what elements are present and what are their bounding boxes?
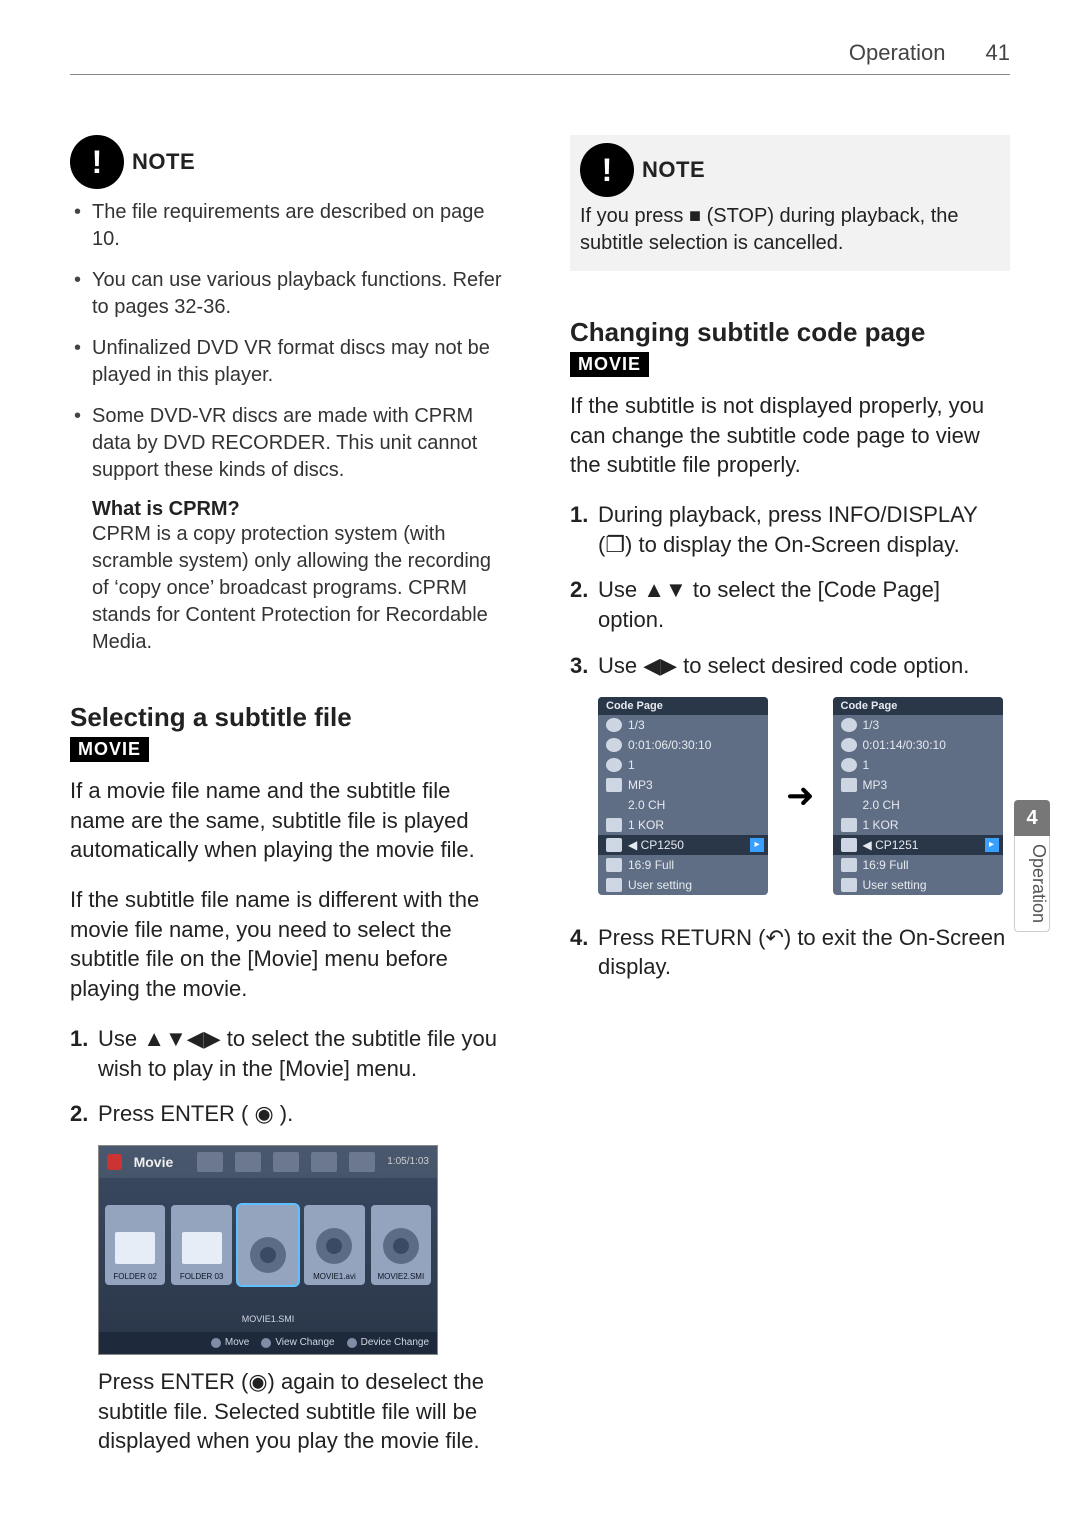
screenshot-tab bbox=[197, 1152, 223, 1172]
step-item: Use ▲▼◀▶ to select the subtitle file you… bbox=[70, 1024, 510, 1083]
right-column: ! NOTE If you press ■ (STOP) during play… bbox=[570, 135, 1010, 1456]
arrow-right-icon: ➜ bbox=[786, 776, 815, 816]
steps-list: Use ▲▼◀▶ to select the subtitle file you… bbox=[70, 1024, 510, 1129]
cprm-answer: CPRM is a copy protection system (with s… bbox=[92, 521, 510, 656]
side-tab-number: 4 bbox=[1014, 800, 1050, 836]
step-item: During playback, press INFO/DISPLAY (❐) … bbox=[570, 500, 1010, 559]
movie-tag: MOVIE bbox=[570, 352, 649, 377]
screenshot-title: Movie bbox=[134, 1154, 174, 1170]
screenshot-tab bbox=[273, 1152, 299, 1172]
left-column: ! NOTE The file requirements are describ… bbox=[70, 135, 510, 1456]
side-tab: 4 Operation bbox=[1014, 800, 1050, 932]
alert-icon: ! bbox=[70, 135, 124, 189]
note-label: NOTE bbox=[132, 149, 195, 175]
section-title-selecting-subtitle: Selecting a subtitle file bbox=[70, 702, 510, 733]
osd-title: Code Page bbox=[598, 697, 768, 715]
screenshot-tile: MOVIE2.SMI bbox=[371, 1205, 431, 1285]
screenshot-tab bbox=[311, 1152, 337, 1172]
screenshot-tile-selected bbox=[238, 1205, 298, 1285]
screenshot-caption: MOVIE1.SMI bbox=[99, 1314, 437, 1324]
steps-list: During playback, press INFO/DISPLAY (❐) … bbox=[570, 500, 1010, 680]
chevron-right-icon: ▸ bbox=[750, 838, 764, 852]
body-paragraph: If a movie file name and the subtitle fi… bbox=[70, 776, 510, 865]
osd-pair: Code Page 1/3 0:01:06/0:30:10 1 MP3 2.0 … bbox=[598, 697, 1010, 895]
step-item: Use ◀▶ to select desired code option. bbox=[570, 651, 1010, 681]
page-header: Operation 41 bbox=[70, 40, 1010, 75]
note-bullet: The file requirements are described on p… bbox=[70, 199, 510, 253]
note-badge: ! NOTE bbox=[70, 135, 510, 189]
screenshot-tile: FOLDER 02 bbox=[105, 1205, 165, 1285]
chevron-right-icon: ▸ bbox=[985, 838, 999, 852]
screenshot-counter: 1:05/1:03 bbox=[387, 1156, 429, 1167]
note-box: ! NOTE If you press ■ (STOP) during play… bbox=[570, 135, 1010, 271]
body-paragraph: If the subtitle file name is different w… bbox=[70, 885, 510, 1004]
note-bullet: Unfinalized DVD VR format discs may not … bbox=[70, 335, 510, 389]
home-icon bbox=[107, 1154, 122, 1170]
screenshot-tile: MOVIE1.avi bbox=[304, 1205, 364, 1285]
cprm-question: What is CPRM? bbox=[92, 498, 510, 521]
osd-title: Code Page bbox=[833, 697, 1003, 715]
screenshot-tab bbox=[235, 1152, 261, 1172]
osd-panel-left: Code Page 1/3 0:01:06/0:30:10 1 MP3 2.0 … bbox=[598, 697, 768, 895]
page-number: 41 bbox=[986, 40, 1010, 66]
movie-menu-screenshot: Movie 1:05/1:03 FOLDER 02 FOLDER 03 MOVI… bbox=[98, 1145, 438, 1355]
alert-icon: ! bbox=[580, 143, 634, 197]
screenshot-footer: Move View Change Device Change bbox=[99, 1332, 437, 1354]
screenshot-tile: FOLDER 03 bbox=[171, 1205, 231, 1285]
note-bullet: Some DVD-VR discs are made with CPRM dat… bbox=[70, 403, 510, 484]
osd-panel-right: Code Page 1/3 0:01:14/0:30:10 1 MP3 2.0 … bbox=[833, 697, 1003, 895]
steps-list-continued: Press RETURN (↶) to exit the On-Screen d… bbox=[570, 923, 1010, 982]
step-item: Use ▲▼ to select the [Code Page] option. bbox=[570, 575, 1010, 634]
step-item: Press RETURN (↶) to exit the On-Screen d… bbox=[570, 923, 1010, 982]
step-item: Press ENTER ( ◉ ). bbox=[70, 1099, 510, 1129]
note-label: NOTE bbox=[642, 157, 705, 183]
movie-tag: MOVIE bbox=[70, 737, 149, 762]
after-screenshot-text: Press ENTER (◉) again to deselect the su… bbox=[98, 1367, 510, 1456]
body-paragraph: If the subtitle is not displayed properl… bbox=[570, 391, 1010, 480]
note-bullet: You can use various playback functions. … bbox=[70, 267, 510, 321]
note-text: If you press ■ (STOP) during playback, t… bbox=[580, 203, 1000, 257]
screenshot-tab bbox=[349, 1152, 375, 1172]
note-bullet-list: The file requirements are described on p… bbox=[70, 199, 510, 484]
header-section: Operation bbox=[849, 40, 946, 66]
section-title-code-page: Changing subtitle code page bbox=[570, 317, 1010, 348]
side-tab-label: Operation bbox=[1014, 836, 1050, 932]
